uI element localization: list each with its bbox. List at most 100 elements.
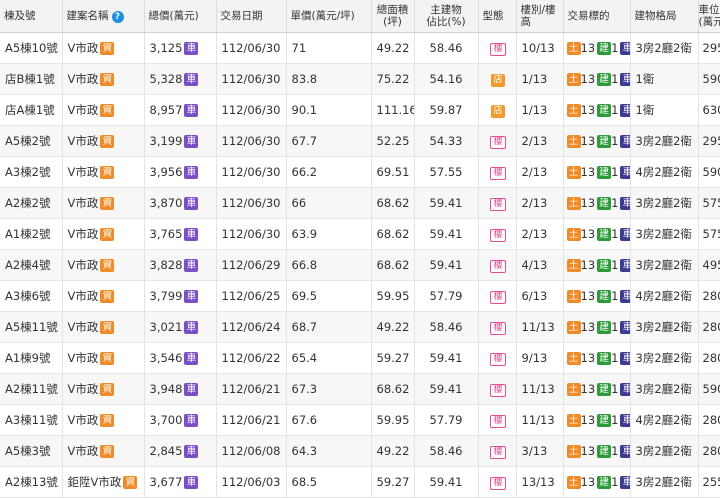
header-layout[interactable]: 建物格局 bbox=[630, 0, 699, 33]
parking-badge[interactable]: 車 bbox=[184, 290, 199, 303]
parking-badge[interactable]: 車 bbox=[184, 414, 199, 427]
info-badge[interactable]: 資 bbox=[100, 73, 115, 86]
info-badge[interactable]: 資 bbox=[100, 259, 115, 272]
parking-badge[interactable]: 車 bbox=[184, 476, 199, 489]
info-badge[interactable]: 資 bbox=[100, 42, 115, 55]
cell-unit: A3棟2號 bbox=[0, 156, 63, 188]
cell-main-ratio: 59.41 bbox=[414, 187, 479, 219]
project-name[interactable]: V市政 bbox=[68, 196, 99, 210]
parking-badge[interactable]: 車 bbox=[184, 197, 199, 210]
parking-badge[interactable]: 車 bbox=[184, 166, 199, 179]
header-area[interactable]: 總面積 (坪) bbox=[371, 0, 415, 33]
header-main-ratio[interactable]: 主建物 佔比(%) bbox=[414, 0, 479, 33]
info-badge[interactable]: 資 bbox=[100, 135, 115, 148]
table-row[interactable]: A3棟2號 V市政資 3,956 車 112/06/30 66.2 69.51 57.55 樓 2… bbox=[0, 156, 720, 188]
project-name[interactable]: V市政 bbox=[68, 382, 99, 396]
info-badge[interactable]: 資 bbox=[100, 197, 115, 210]
project-name[interactable]: V市政 bbox=[68, 103, 99, 117]
type-badge: 樓 bbox=[490, 290, 506, 304]
project-name[interactable]: V市政 bbox=[68, 351, 99, 365]
cell-date: 112/06/29 bbox=[216, 249, 287, 281]
parking-badge[interactable]: 車 bbox=[184, 383, 199, 396]
parking-badge[interactable]: 車 bbox=[184, 228, 199, 241]
cell-date: 112/06/21 bbox=[216, 404, 287, 436]
info-badge[interactable]: 資 bbox=[100, 383, 115, 396]
cell-parking-price: 590 bbox=[698, 373, 720, 405]
car-badge: 車 bbox=[620, 414, 629, 427]
project-name[interactable]: V市政 bbox=[68, 413, 99, 427]
cell-main-ratio: 57.79 bbox=[414, 404, 479, 436]
header-total-price[interactable]: 總價(萬元) bbox=[144, 0, 217, 33]
cell-date: 112/06/30 bbox=[216, 125, 287, 157]
parking-badge[interactable]: 車 bbox=[184, 259, 199, 272]
table-row[interactable]: A3棟11號 V市政資 3,700 車 112/06/21 67.6 59.95 57.79 樓… bbox=[0, 404, 720, 436]
table-row[interactable]: A2棟11號 V市政資 3,948 車 112/06/21 67.3 68.62 59.41 樓… bbox=[0, 373, 720, 405]
header-unit[interactable]: 棟及號 bbox=[0, 0, 63, 33]
project-name[interactable]: 鉅陞V市政 bbox=[68, 475, 122, 489]
header-floor[interactable]: 樓別/樓高 bbox=[516, 0, 564, 33]
table-row[interactable]: A5棟11號 V市政資 3,021 車 112/06/24 68.7 49.22 58.46 樓… bbox=[0, 311, 720, 343]
project-name[interactable]: V市政 bbox=[68, 258, 99, 272]
parking-badge[interactable]: 車 bbox=[184, 104, 199, 117]
header-parking-price[interactable]: 車位總價(萬元) bbox=[698, 0, 720, 33]
type-badge: 樓 bbox=[490, 445, 506, 459]
table-row[interactable]: A5棟2號 V市政資 3,199 車 112/06/30 67.7 52.25 54.33 樓 2… bbox=[0, 125, 720, 157]
parking-badge[interactable]: 車 bbox=[184, 352, 199, 365]
project-name[interactable]: V市政 bbox=[68, 165, 99, 179]
table-row[interactable]: 店B棟1號 V市政資 5,328 車 112/06/30 83.8 75.22 54.16 店 1… bbox=[0, 63, 720, 95]
info-badge[interactable]: 資 bbox=[100, 104, 115, 117]
header-target[interactable]: 交易標的 bbox=[563, 0, 631, 33]
project-name[interactable]: V市政 bbox=[68, 41, 99, 55]
table-row[interactable]: A3棟6號 V市政資 3,799 車 112/06/25 69.5 59.95 57.79 樓 6… bbox=[0, 280, 720, 312]
cell-unit: A2棟13號 bbox=[0, 466, 63, 498]
table-row[interactable]: A2棟13號 鉅陞V市政資 3,677 車 112/06/03 68.5 59.27 59.4… bbox=[0, 466, 720, 498]
type-badge: 樓 bbox=[490, 228, 506, 242]
car-badge: 車 bbox=[620, 135, 629, 148]
cell-unit-price: 69.5 bbox=[286, 280, 372, 312]
cell-type: 樓 bbox=[478, 156, 517, 188]
info-badge[interactable]: 資 bbox=[100, 414, 115, 427]
table-row[interactable]: A2棟4號 V市政資 3,828 車 112/06/29 66.8 68.62 59.41 樓 4… bbox=[0, 249, 720, 281]
cell-date: 112/06/30 bbox=[216, 156, 287, 188]
table-row[interactable]: 店A棟1號 V市政資 8,957 車 112/06/30 90.1 111.16 59.87 店… bbox=[0, 94, 720, 126]
cell-total-price: 2,845 車 bbox=[144, 435, 217, 467]
parking-badge[interactable]: 車 bbox=[184, 73, 199, 86]
info-badge[interactable]: 資 bbox=[100, 321, 115, 334]
info-badge[interactable]: 資 bbox=[100, 166, 115, 179]
parking-badge[interactable]: 車 bbox=[184, 445, 199, 458]
project-name[interactable]: V市政 bbox=[68, 444, 99, 458]
parking-badge[interactable]: 車 bbox=[184, 135, 199, 148]
parking-badge[interactable]: 車 bbox=[184, 42, 199, 55]
table-row[interactable]: A2棟2號 V市政資 3,870 車 112/06/30 66 68.62 59.41 樓 2/1… bbox=[0, 187, 720, 219]
table-row[interactable]: A1棟9號 V市政資 3,546 車 112/06/22 65.4 59.27 59.41 樓 9… bbox=[0, 342, 720, 374]
land-badge: 土 bbox=[566, 42, 581, 55]
cell-main-ratio: 59.41 bbox=[414, 249, 479, 281]
cell-unit: A3棟11號 bbox=[0, 404, 63, 436]
cell-parking-price: 590 bbox=[698, 63, 720, 95]
project-name[interactable]: V市政 bbox=[68, 227, 99, 241]
cell-area: 49.22 bbox=[371, 435, 415, 467]
project-name[interactable]: V市政 bbox=[68, 134, 99, 148]
header-type[interactable]: 型態 bbox=[478, 0, 517, 33]
table-row[interactable]: A5棟3號 V市政資 2,845 車 112/06/08 64.3 49.22 58.46 樓 3… bbox=[0, 435, 720, 467]
type-badge: 樓 bbox=[490, 197, 506, 211]
cell-target: 土13建1車2 bbox=[563, 156, 631, 188]
info-badge[interactable]: 資 bbox=[100, 445, 115, 458]
cell-layout: 3房2廳2衛 bbox=[630, 218, 699, 250]
header-project[interactable]: 建案名稱? bbox=[62, 0, 145, 33]
building-badge: 建 bbox=[597, 321, 612, 334]
table-row[interactable]: A5棟10號 V市政資 3,125 車 112/06/30 71 49.22 58.46 樓 10… bbox=[0, 32, 720, 64]
project-name[interactable]: V市政 bbox=[68, 72, 99, 86]
info-badge[interactable]: 資 bbox=[100, 290, 115, 303]
project-name[interactable]: V市政 bbox=[68, 289, 99, 303]
info-badge[interactable]: 資 bbox=[123, 476, 138, 489]
help-icon[interactable]: ? bbox=[111, 10, 124, 23]
header-date[interactable]: 交易日期 bbox=[216, 0, 287, 33]
parking-badge[interactable]: 車 bbox=[184, 321, 199, 334]
table-row[interactable]: A1棟2號 V市政資 3,765 車 112/06/30 63.9 68.62 59.41 樓 2… bbox=[0, 218, 720, 250]
land-badge: 土 bbox=[566, 476, 581, 489]
info-badge[interactable]: 資 bbox=[100, 352, 115, 365]
project-name[interactable]: V市政 bbox=[68, 320, 99, 334]
header-unit-price[interactable]: 單價(萬元/坪) bbox=[286, 0, 372, 33]
info-badge[interactable]: 資 bbox=[100, 228, 115, 241]
